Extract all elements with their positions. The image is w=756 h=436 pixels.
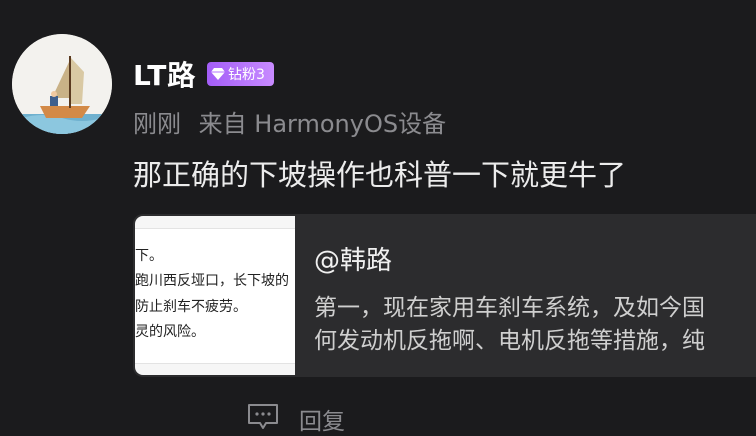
quoted-post-card[interactable]: 下。 跑川西反垭口，长下坡的 防止刹车不疲劳。 灵的风险。 @韩路 第一，现在家… bbox=[133, 214, 756, 377]
thumbnail-text-line: 防止刹车不疲劳。 bbox=[135, 299, 247, 315]
post-meta: 刚刚 来自 HarmonyOS设备 bbox=[133, 104, 446, 139]
post-avatar[interactable] bbox=[12, 34, 112, 134]
thumbnail-text-line: 灵的风险。 bbox=[135, 324, 205, 340]
post-time: 刚刚 bbox=[133, 110, 181, 138]
username[interactable]: LT路 bbox=[133, 54, 196, 94]
sailboat-avatar-image bbox=[12, 34, 112, 134]
diamond-icon bbox=[211, 68, 225, 80]
fan-level-badge[interactable]: 钻粉3 bbox=[207, 62, 274, 86]
quoted-author[interactable]: @韩路 bbox=[314, 240, 392, 277]
badge-label: 钻粉3 bbox=[228, 67, 265, 83]
quoted-text-line: 何发动机反拖啊、电机反拖等措施，纯 bbox=[314, 328, 705, 354]
reply-label: 回复 bbox=[299, 409, 345, 435]
quoted-post-thumbnail: 下。 跑川西反垭口，长下坡的 防止刹车不疲劳。 灵的风险。 bbox=[135, 216, 295, 375]
thumbnail-text-line: 跑川西反垭口，长下坡的 bbox=[135, 273, 289, 289]
quoted-text-line: 第一，现在家用车刹车系统，及如今国 bbox=[314, 295, 705, 321]
post-content: 那正确的下坡操作也科普一下就更牛了 bbox=[133, 158, 627, 192]
post-source: 来自 HarmonyOS设备 bbox=[198, 110, 447, 138]
comment-icon bbox=[247, 403, 279, 435]
thumbnail-text-line: 下。 bbox=[135, 248, 163, 264]
reply-button[interactable]: 回复 bbox=[247, 402, 345, 436]
